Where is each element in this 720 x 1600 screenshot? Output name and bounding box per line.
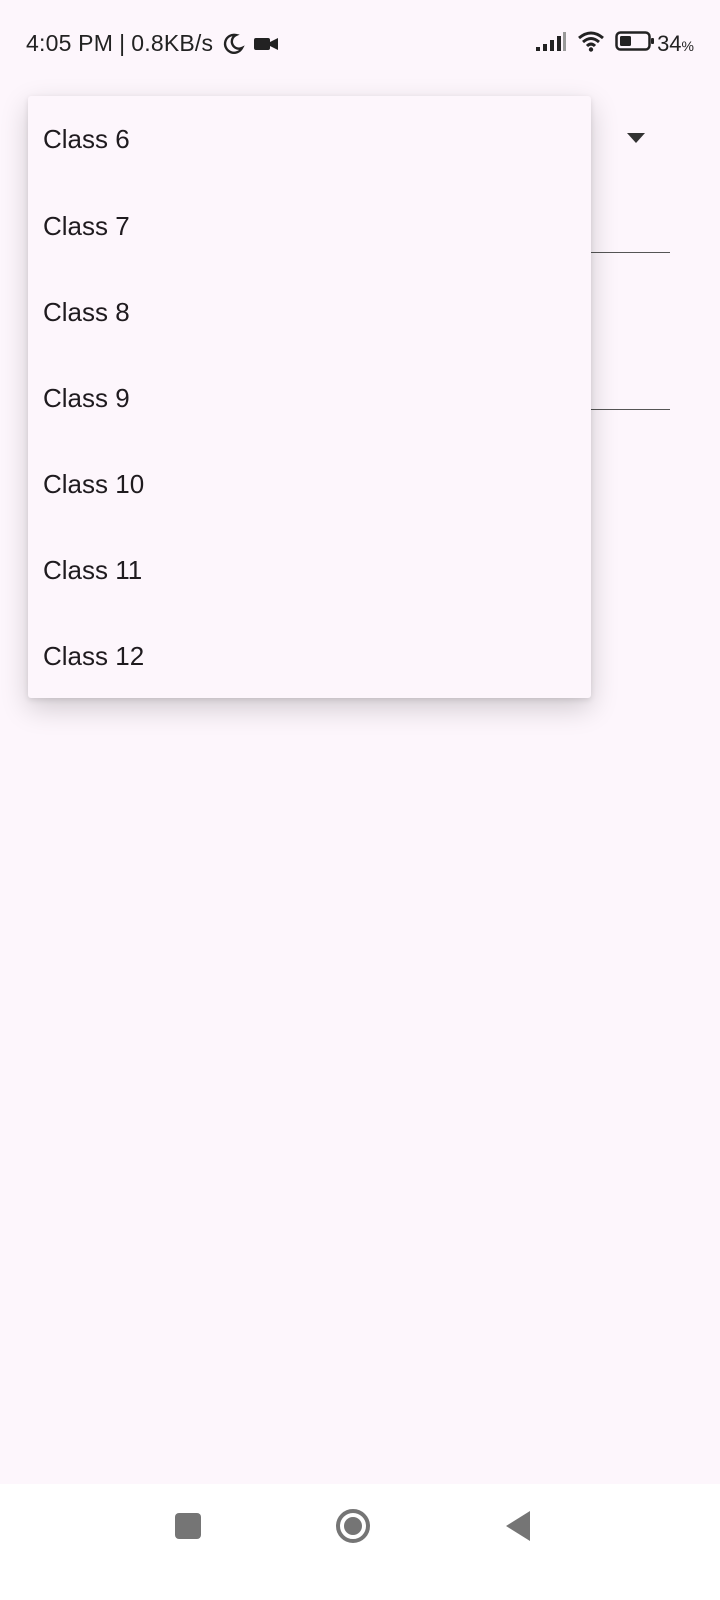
dropdown-option-class-11[interactable]: Class 11 <box>28 527 591 613</box>
status-bar: 4:05 PM | 0.8KB/s 34% <box>0 0 720 90</box>
signal-icon <box>535 30 567 58</box>
status-separator: | <box>119 30 126 56</box>
class-dropdown-menu: Class 6 Class 7 Class 8 Class 9 Class 10… <box>28 96 591 698</box>
battery-level: 34 <box>657 31 682 56</box>
back-icon <box>506 1511 530 1541</box>
dropdown-option-class-12[interactable]: Class 12 <box>28 613 591 699</box>
text-field-underline[interactable] <box>590 409 670 410</box>
recent-apps-icon <box>175 1513 201 1539</box>
dropdown-option-class-7[interactable]: Class 7 <box>28 183 591 269</box>
dropdown-option-class-8[interactable]: Class 8 <box>28 269 591 355</box>
status-time: 4:05 PM <box>26 30 114 56</box>
battery-percentage: 34% <box>657 31 694 57</box>
video-camera-icon <box>253 34 279 54</box>
home-button[interactable] <box>313 1484 393 1568</box>
network-speed: 0.8KB/s <box>131 30 214 56</box>
dropdown-option-class-6[interactable]: Class 6 <box>28 96 591 183</box>
battery-unit: % <box>681 38 694 54</box>
status-left: 4:05 PM | 0.8KB/s <box>26 30 279 57</box>
wifi-icon <box>577 30 605 58</box>
battery-icon <box>615 30 655 58</box>
status-right: 34% <box>525 30 694 58</box>
home-icon <box>336 1509 370 1543</box>
back-button[interactable] <box>478 1484 558 1568</box>
dropdown-option-class-10[interactable]: Class 10 <box>28 441 591 527</box>
dropdown-arrow-icon[interactable] <box>627 133 645 143</box>
text-field-underline[interactable] <box>590 252 670 253</box>
dropdown-option-class-9[interactable]: Class 9 <box>28 355 591 441</box>
moon-icon <box>221 32 245 56</box>
navigation-bar <box>0 1484 720 1600</box>
recent-apps-button[interactable] <box>148 1484 228 1568</box>
